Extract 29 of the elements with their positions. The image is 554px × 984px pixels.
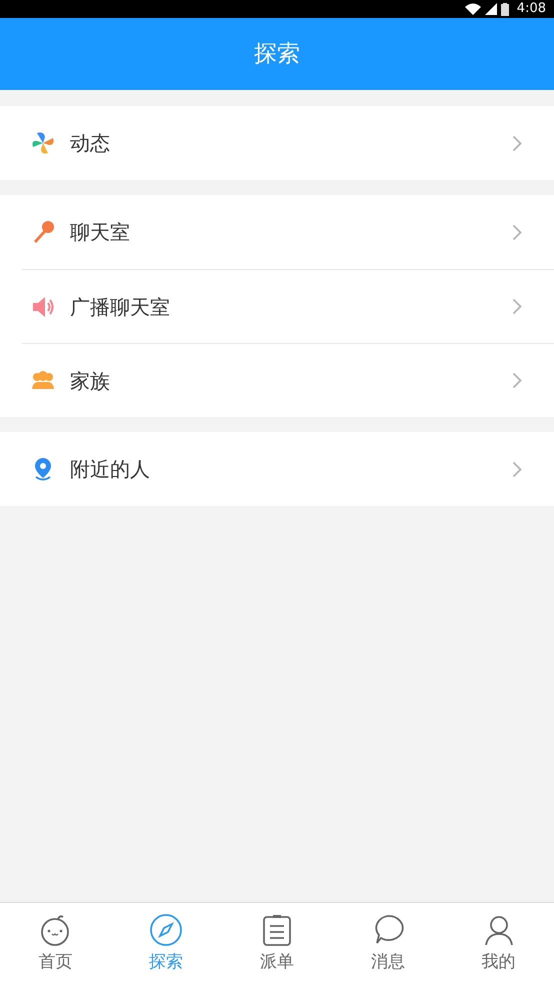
menu-item[interactable]: 聊天室 — [22, 195, 554, 269]
menu-item-label: 附近的人 — [70, 456, 150, 483]
signal-icon — [484, 3, 497, 15]
tab[interactable]: 我的 — [443, 903, 554, 984]
menu-item-label: 广播聊天室 — [70, 294, 170, 320]
tab[interactable]: 派单 — [222, 903, 332, 984]
tab-label: 消息 — [370, 951, 405, 974]
tab[interactable]: 消息 — [332, 903, 444, 984]
tab-label: 首页 — [38, 951, 72, 974]
tab-label: 派单 — [260, 951, 294, 974]
menu-item-label: 聊天室 — [70, 219, 130, 246]
wifi-icon — [464, 3, 481, 15]
menu-item-label: 动态 — [70, 130, 110, 157]
chevron-right-icon — [512, 134, 522, 152]
tab[interactable]: 首页 — [0, 903, 111, 984]
chevron-right-icon — [512, 372, 522, 389]
chevron-right-icon — [512, 460, 522, 478]
chevron-right-icon — [512, 298, 522, 315]
menu-item[interactable]: 家族 — [22, 343, 554, 417]
compass-icon — [149, 913, 184, 947]
tab-label: 我的 — [482, 951, 516, 974]
menu-item[interactable]: 广播聊天室 — [22, 269, 554, 343]
battery-icon — [500, 2, 509, 16]
pinwheel-icon — [30, 130, 56, 156]
chevron-right-icon — [512, 224, 522, 240]
status-time: 4:08 — [516, 0, 546, 18]
header-title: 探索 — [254, 40, 300, 69]
tab-label: 探索 — [149, 951, 184, 974]
menu-item-label: 家族 — [70, 368, 110, 394]
